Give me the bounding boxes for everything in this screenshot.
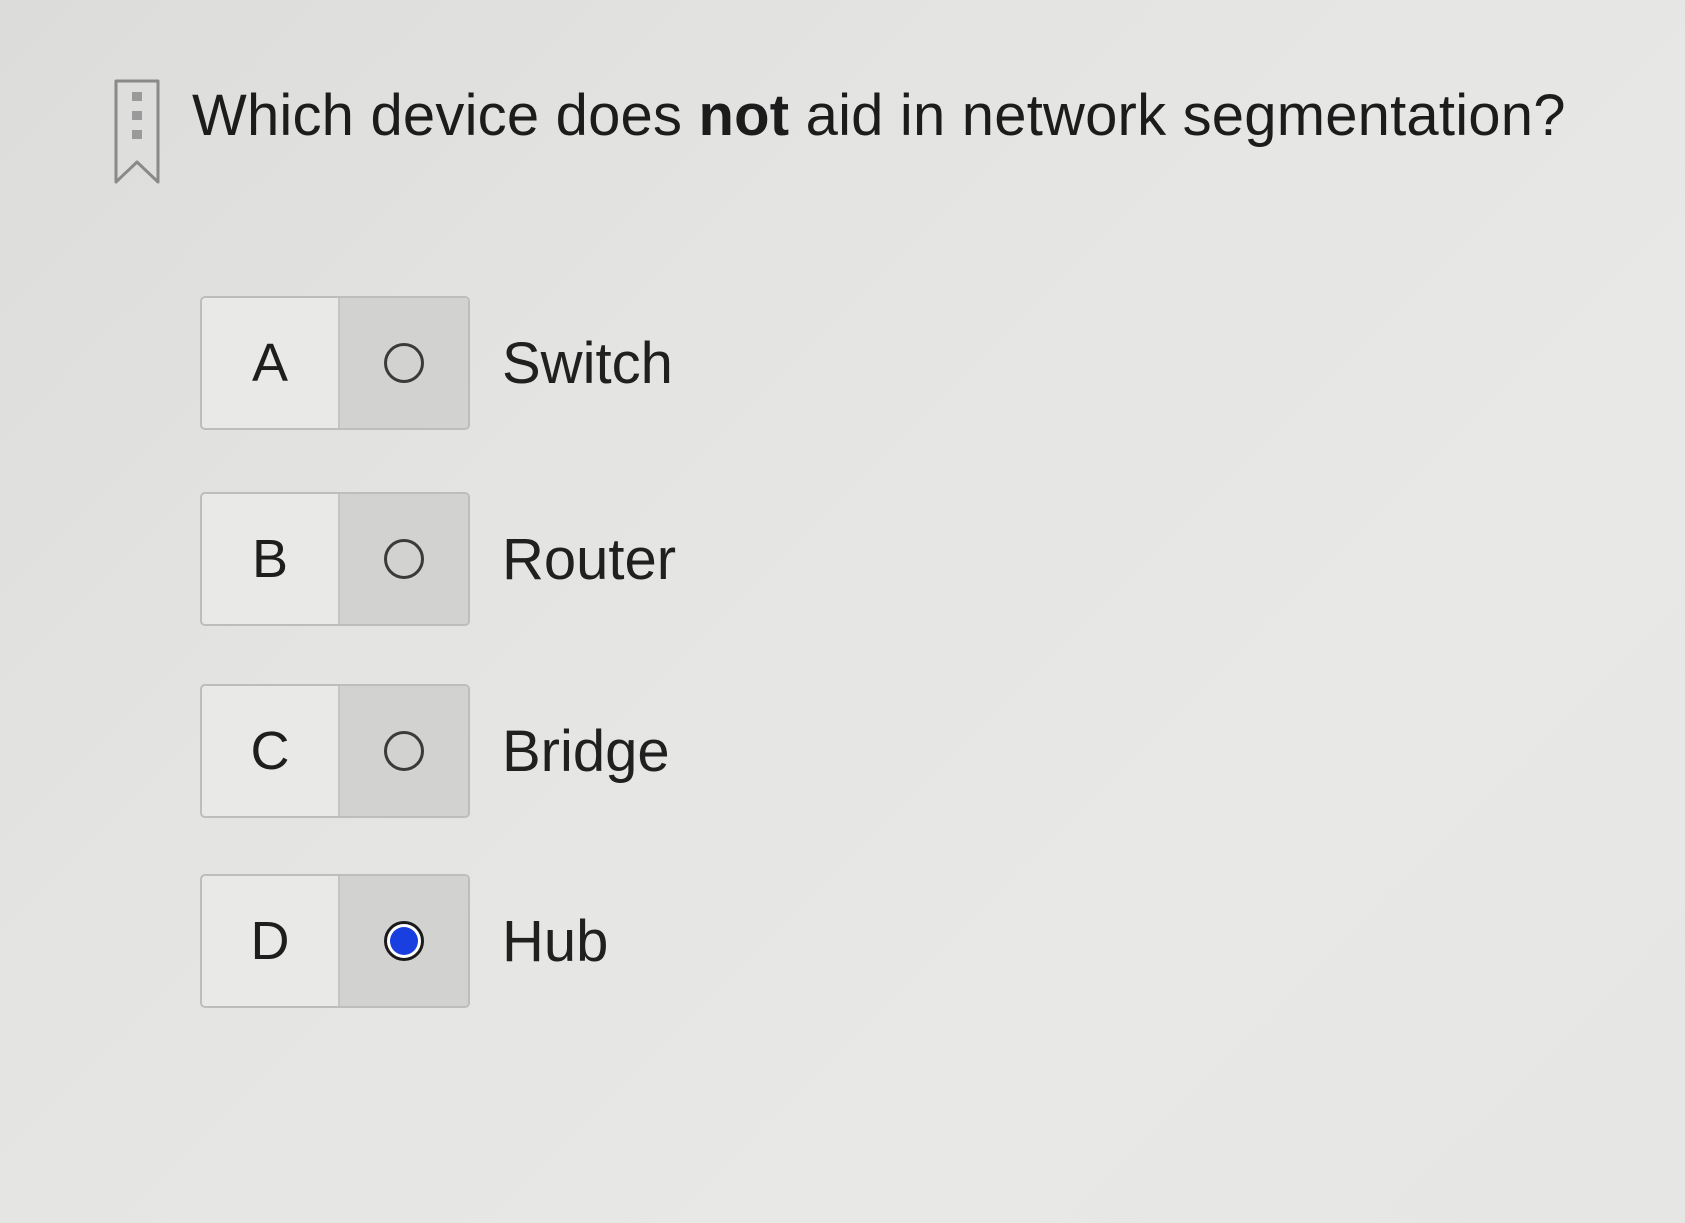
option-b-radio-cell[interactable] bbox=[338, 494, 468, 624]
option-b[interactable]: B Router bbox=[200, 492, 1100, 630]
option-c-selector[interactable]: C bbox=[200, 684, 470, 818]
question-text-start: Which device does bbox=[192, 83, 699, 148]
option-d-radio-cell[interactable] bbox=[338, 876, 468, 1006]
radio-unselected-icon[interactable] bbox=[384, 343, 424, 383]
radio-selected-icon[interactable] bbox=[384, 921, 424, 961]
option-c-letter: C bbox=[250, 721, 290, 781]
question-emphasis: not bbox=[698, 83, 790, 148]
option-d-letter: D bbox=[250, 911, 290, 971]
question-text-end: aid in network segmentation? bbox=[789, 83, 1566, 148]
radio-unselected-icon[interactable] bbox=[384, 731, 424, 771]
option-b-selector[interactable]: B bbox=[200, 492, 470, 626]
option-a-label[interactable]: Switch bbox=[502, 296, 673, 430]
option-c-radio-cell[interactable] bbox=[338, 686, 468, 816]
bookmark-icon[interactable] bbox=[112, 78, 162, 186]
question-header: Which device does not aid in network seg… bbox=[110, 78, 1610, 188]
option-a-letter: A bbox=[251, 333, 289, 393]
option-d-label[interactable]: Hub bbox=[502, 874, 608, 1008]
option-a[interactable]: A Switch bbox=[200, 296, 1100, 434]
question-text: Which device does not aid in network seg… bbox=[192, 84, 1566, 148]
option-a-radio-cell[interactable] bbox=[338, 298, 468, 428]
option-d-selector[interactable]: D bbox=[200, 874, 470, 1008]
option-b-letter: B bbox=[251, 529, 289, 589]
radio-unselected-icon[interactable] bbox=[384, 539, 424, 579]
option-a-selector[interactable]: A bbox=[200, 296, 470, 430]
option-c-label[interactable]: Bridge bbox=[502, 684, 670, 818]
option-d[interactable]: D Hub bbox=[200, 874, 1100, 1012]
option-b-label[interactable]: Router bbox=[502, 492, 676, 626]
option-c[interactable]: C Bridge bbox=[200, 684, 1100, 822]
